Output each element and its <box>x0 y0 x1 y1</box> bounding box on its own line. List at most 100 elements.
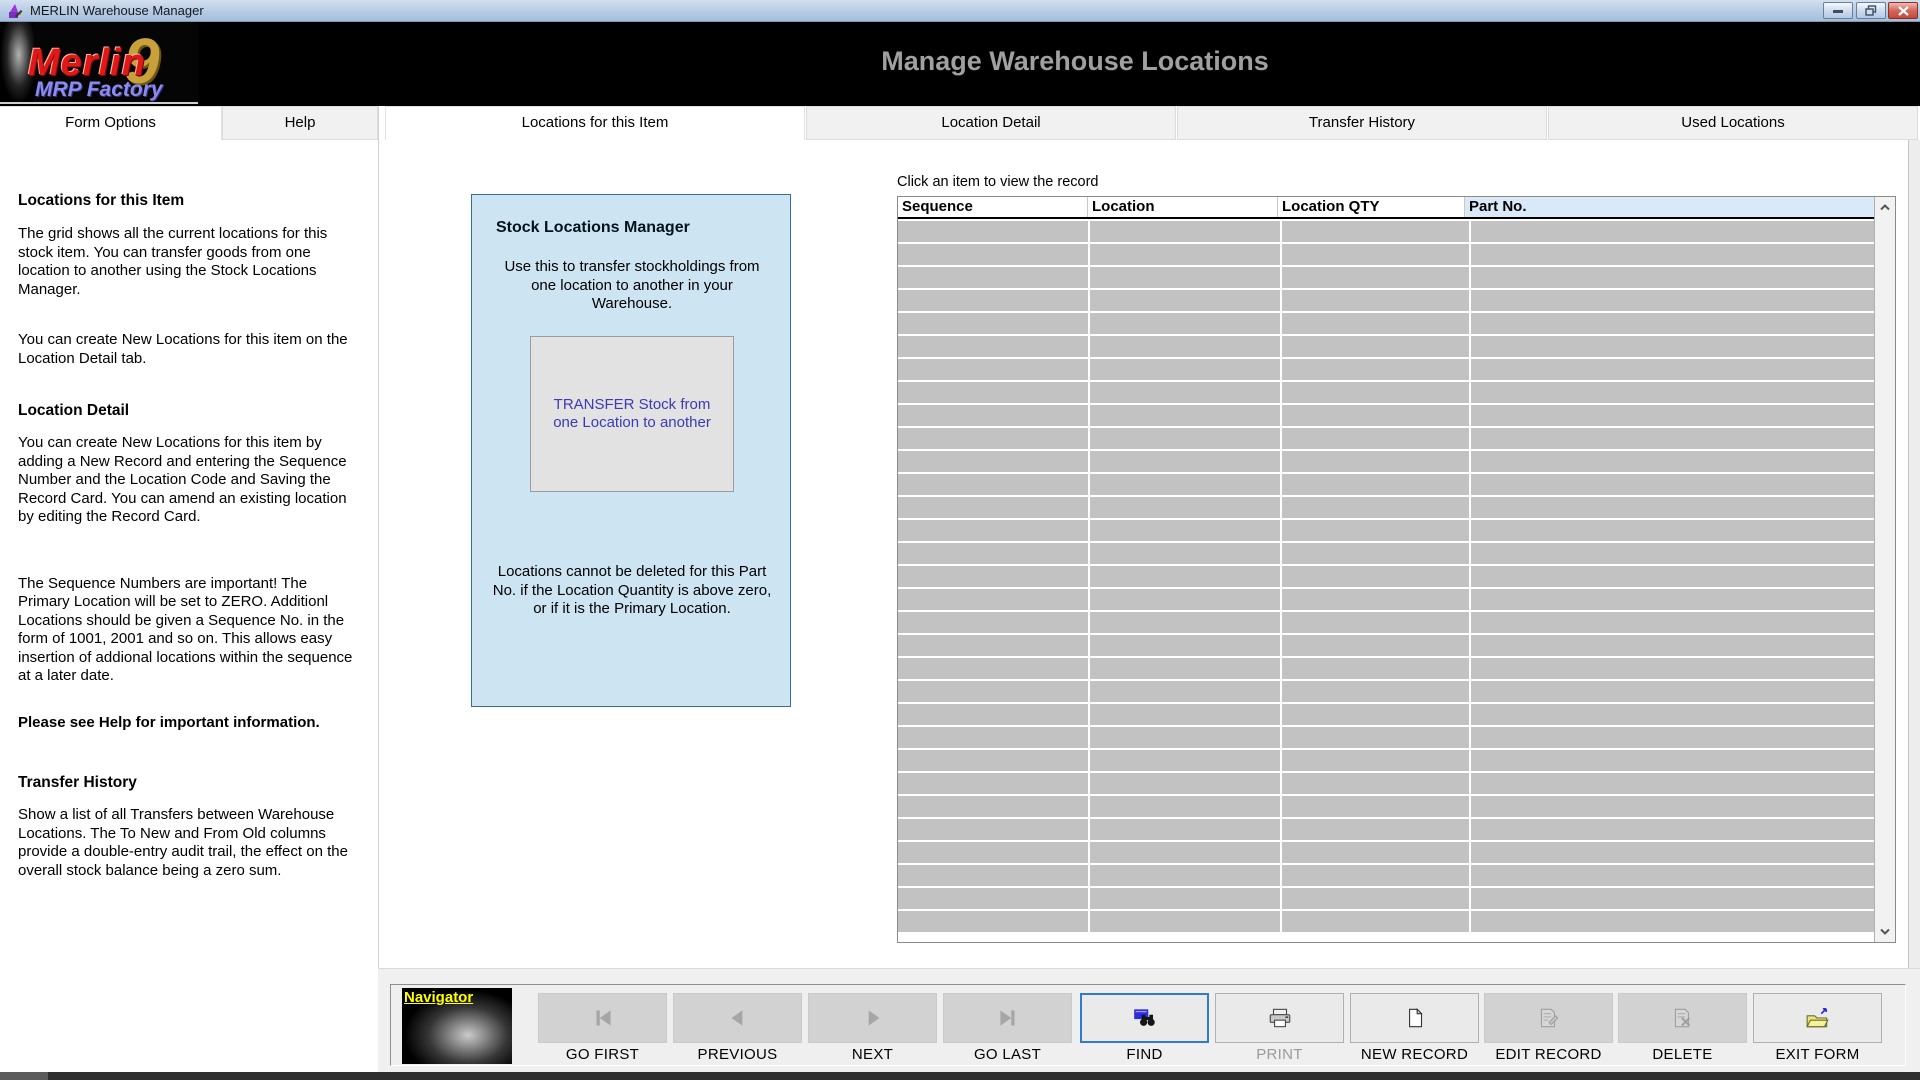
table-cell <box>1282 359 1469 380</box>
table-row[interactable] <box>898 359 1874 380</box>
table-row[interactable] <box>898 474 1874 495</box>
exit-form-button[interactable] <box>1753 993 1882 1043</box>
table-cell <box>1282 474 1469 495</box>
grid-scrollbar[interactable] <box>1874 197 1895 942</box>
edit-record-button[interactable] <box>1484 993 1613 1043</box>
section-paragraph: Show a list of all Transfers between War… <box>18 806 358 880</box>
table-cell <box>898 359 1088 380</box>
table-cell <box>898 474 1088 495</box>
table-row[interactable] <box>898 543 1874 564</box>
table-cell <box>1471 520 1874 541</box>
table-row[interactable] <box>898 497 1874 518</box>
table-cell <box>898 681 1088 702</box>
table-cell <box>1471 589 1874 610</box>
table-cell <box>1471 313 1874 334</box>
minimize-button[interactable] <box>1823 2 1853 19</box>
new-record-button[interactable] <box>1350 993 1479 1043</box>
table-cell <box>898 566 1088 587</box>
go-last-button[interactable] <box>943 993 1072 1043</box>
transfer-stock-button[interactable]: TRANSFER Stock from one Location to anot… <box>530 336 734 492</box>
table-cell <box>1090 658 1280 679</box>
tab-transfer-history[interactable]: Transfer History <box>1177 106 1547 140</box>
table-row[interactable] <box>898 842 1874 863</box>
table-row[interactable] <box>898 612 1874 633</box>
table-cell <box>1282 865 1469 886</box>
table-row[interactable] <box>898 888 1874 909</box>
tab-location-detail[interactable]: Location Detail <box>806 106 1176 140</box>
table-cell <box>1090 750 1280 771</box>
grid-body[interactable] <box>898 221 1874 942</box>
table-row[interactable] <box>898 267 1874 288</box>
sidebar-divider <box>378 106 379 968</box>
table-cell <box>1282 842 1469 863</box>
table-row[interactable] <box>898 635 1874 656</box>
tab-locations-for-this-item[interactable]: Locations for this Item <box>385 106 805 140</box>
table-cell <box>1282 336 1469 357</box>
column-header-sequence[interactable]: Sequence <box>898 197 1088 217</box>
panel-title: Stock Locations Manager <box>496 219 690 237</box>
table-cell <box>1090 612 1280 633</box>
table-row[interactable] <box>898 520 1874 541</box>
navigator-image: Navigator <box>402 988 512 1064</box>
find-button[interactable] <box>1080 993 1209 1043</box>
sidebar-tab-help[interactable]: Help <box>222 106 378 140</box>
table-row[interactable] <box>898 566 1874 587</box>
table-cell <box>1090 221 1280 242</box>
table-row[interactable] <box>898 865 1874 886</box>
table-row[interactable] <box>898 750 1874 771</box>
previous-button[interactable] <box>673 993 802 1043</box>
table-row[interactable] <box>898 796 1874 817</box>
print-button[interactable] <box>1215 993 1344 1043</box>
table-row[interactable] <box>898 290 1874 311</box>
sidebar-tab-form-options[interactable]: Form Options <box>0 106 222 140</box>
table-cell <box>898 796 1088 817</box>
table-cell <box>898 336 1088 357</box>
table-row[interactable] <box>898 589 1874 610</box>
new-record-label: NEW RECORD <box>1350 1046 1479 1063</box>
new-record-icon <box>1402 1007 1428 1029</box>
table-row[interactable] <box>898 428 1874 449</box>
table-row[interactable] <box>898 405 1874 426</box>
table-cell <box>1471 727 1874 748</box>
table-row[interactable] <box>898 382 1874 403</box>
table-row[interactable] <box>898 911 1874 932</box>
delete-button[interactable] <box>1618 993 1747 1043</box>
table-cell <box>1090 336 1280 357</box>
table-row[interactable] <box>898 727 1874 748</box>
close-button[interactable] <box>1888 2 1918 19</box>
next-label: NEXT <box>808 1046 937 1063</box>
logo-underline <box>0 102 198 104</box>
titlebar: MERLIN Warehouse Manager <box>0 0 1920 22</box>
table-row[interactable] <box>898 819 1874 840</box>
restore-button[interactable] <box>1856 2 1886 19</box>
locations-grid[interactable]: Sequence Location Location QTY Part No. <box>897 196 1896 943</box>
table-cell <box>1282 313 1469 334</box>
scroll-down-button[interactable] <box>1875 922 1895 942</box>
window-title: MERLIN Warehouse Manager <box>30 3 204 18</box>
table-row[interactable] <box>898 313 1874 334</box>
edit-record-label: EDIT RECORD <box>1484 1046 1613 1063</box>
table-row[interactable] <box>898 221 1874 242</box>
next-button[interactable] <box>808 993 937 1043</box>
column-header-location-qty[interactable]: Location QTY <box>1278 197 1465 217</box>
table-row[interactable] <box>898 704 1874 725</box>
column-header-location[interactable]: Location <box>1088 197 1278 217</box>
table-row[interactable] <box>898 451 1874 472</box>
table-row[interactable] <box>898 773 1874 794</box>
go-last-icon <box>995 1007 1021 1029</box>
table-cell <box>898 842 1088 863</box>
go-first-button[interactable] <box>538 993 667 1043</box>
table-cell <box>898 382 1088 403</box>
table-row[interactable] <box>898 244 1874 265</box>
table-row[interactable] <box>898 681 1874 702</box>
scroll-up-button[interactable] <box>1875 197 1895 217</box>
table-cell <box>1471 865 1874 886</box>
tab-used-locations[interactable]: Used Locations <box>1548 106 1918 140</box>
next-icon <box>860 1007 886 1029</box>
table-cell <box>1471 888 1874 909</box>
table-row[interactable] <box>898 658 1874 679</box>
table-cell <box>1471 750 1874 771</box>
delete-icon <box>1670 1007 1696 1029</box>
column-header-part-no[interactable]: Part No. <box>1465 197 1874 217</box>
table-row[interactable] <box>898 336 1874 357</box>
